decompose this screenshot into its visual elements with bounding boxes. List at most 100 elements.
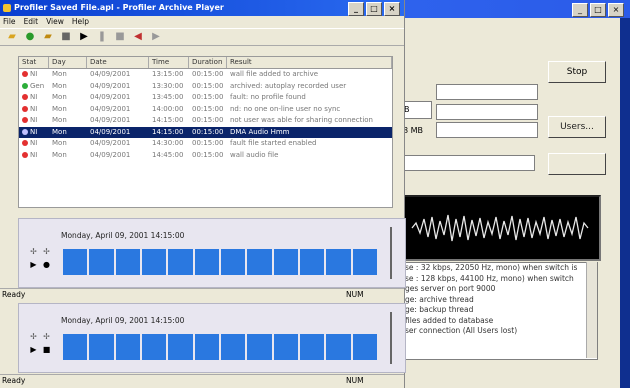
dropdown-select[interactable] [403, 155, 535, 171]
cell-duration: 00:15:00 [192, 116, 224, 124]
cell-date: 04/09/2001 [90, 93, 131, 101]
cell-day: Mon [52, 150, 67, 159]
cell-date: 04/09/2001 [90, 139, 131, 147]
column-time[interactable]: Time [149, 57, 189, 68]
app-icon [3, 4, 11, 12]
track-segment[interactable] [352, 249, 377, 275]
track-segment[interactable] [63, 334, 88, 360]
stop-button[interactable]: Stop [548, 61, 606, 83]
users-button[interactable]: Users... [548, 116, 606, 138]
status-dot-icon [22, 140, 28, 146]
cell-result: wall file added to archive [230, 70, 319, 78]
track-segment[interactable] [63, 249, 88, 275]
volume-slider[interactable] [387, 227, 395, 279]
track-segment[interactable] [89, 249, 114, 275]
record-icon[interactable]: ● [24, 31, 36, 43]
menu-view[interactable]: View [46, 16, 64, 28]
archive-table[interactable]: Stat Day Date Time Duration Result NI Mon… [18, 56, 393, 208]
player-controls: ✢ ✢ ▶ ● [27, 245, 53, 271]
folder-icon[interactable]: ▰ [42, 31, 54, 43]
play-icon[interactable]: ▶ [29, 345, 38, 354]
table-row[interactable]: NI Mon 04/09/2001 14:15:00 00:15:00 DMA Audio… [19, 126, 392, 139]
table-row[interactable]: NI Mon 04/09/2001 14:15:00 00:15:00 not user … [19, 115, 392, 127]
forward-icon[interactable]: ▶ [150, 31, 162, 43]
track-bar[interactable] [63, 249, 377, 275]
menu-file[interactable]: File [3, 16, 16, 28]
text-field-2[interactable] [436, 104, 538, 120]
window-title: Profiler Saved File.apl - Profiler Archi… [14, 3, 224, 12]
track-segment[interactable] [194, 249, 219, 275]
toolbar: ▰ ● ▰ ■ ▶ ❚ ■ ◀ ▶ [0, 28, 404, 46]
track-segment[interactable] [115, 334, 140, 360]
rewind-icon[interactable]: ◀ [132, 31, 144, 43]
track-segment[interactable] [273, 334, 298, 360]
cell-date: 04/09/2001 [90, 81, 131, 90]
track-segment[interactable] [168, 334, 193, 360]
play-icon[interactable]: ▶ [78, 31, 90, 43]
text-field-1[interactable] [436, 84, 538, 100]
minimize-icon[interactable]: _ [348, 2, 364, 16]
table-row[interactable]: NI Mon 04/09/2001 13:45:00 00:15:00 fault: no… [19, 92, 392, 104]
cell-result: wall audio file [230, 150, 279, 159]
track-segment[interactable] [141, 334, 167, 360]
cell-stat: Gen [19, 81, 49, 93]
track-segment[interactable] [220, 334, 246, 360]
text-field-3[interactable] [436, 122, 538, 138]
track-bar[interactable] [63, 334, 377, 360]
column-duration[interactable]: Duration [189, 57, 227, 68]
stat-text: NI [30, 127, 38, 136]
cell-result: not user was able for sharing connection [230, 116, 373, 124]
table-row[interactable]: NI Mon 04/09/2001 14:00:00 00:15:00 nd: no on… [19, 104, 392, 116]
track-segment[interactable] [352, 334, 377, 360]
log-scrollbar[interactable] [586, 262, 597, 358]
play-icon[interactable]: ▶ [29, 260, 38, 269]
value-field[interactable]: B [403, 101, 432, 119]
stop-icon[interactable]: ■ [114, 31, 126, 43]
column-stat[interactable]: Stat [19, 57, 49, 68]
column-date[interactable]: Date [87, 57, 149, 68]
left-arrow-icon[interactable]: ✢ [29, 332, 38, 341]
open-folder-icon[interactable]: ▰ [6, 31, 18, 43]
cell-stat: NI [19, 127, 49, 139]
track-segment[interactable] [247, 334, 272, 360]
cell-date: 04/09/2001 [90, 70, 131, 78]
menu-edit[interactable]: Edit [24, 16, 39, 28]
track-segment[interactable] [326, 249, 351, 275]
close-icon[interactable]: × [608, 3, 624, 17]
column-result[interactable]: Result [227, 57, 392, 68]
left-arrow-icon[interactable]: ✢ [29, 247, 38, 256]
close-icon[interactable]: × [384, 2, 400, 16]
right-arrow-icon[interactable]: ✢ [42, 332, 51, 341]
background-window-controls: _ □ × [572, 3, 624, 17]
track-segment[interactable] [141, 249, 167, 275]
track-segment[interactable] [299, 249, 325, 275]
record-icon[interactable]: ● [42, 260, 51, 269]
maximize-icon[interactable]: □ [590, 3, 606, 17]
track-segment[interactable] [247, 249, 272, 275]
table-row[interactable]: Gen Mon 04/09/2001 13:30:00 00:15:00 archived… [19, 81, 392, 93]
track-segment[interactable] [273, 249, 298, 275]
log-list[interactable]: se : 32 kbps, 22050 Hz, mono) when switc… [400, 262, 598, 360]
track-segment[interactable] [220, 249, 246, 275]
cell-time: 14:30:00 [152, 139, 184, 147]
volume-slider[interactable] [387, 312, 395, 364]
track-segment[interactable] [115, 249, 140, 275]
track-segment[interactable] [168, 249, 193, 275]
track-segment[interactable] [89, 334, 114, 360]
status-text: Ready [2, 376, 26, 385]
save-icon[interactable]: ■ [60, 31, 72, 43]
menu-help[interactable]: Help [72, 16, 89, 28]
table-row[interactable]: NI Mon 04/09/2001 14:45:00 00:15:00 wall audi… [19, 150, 392, 162]
slider-track [390, 227, 392, 279]
track-segment[interactable] [194, 334, 219, 360]
track-segment[interactable] [326, 334, 351, 360]
table-row[interactable]: NI Mon 04/09/2001 13:15:00 00:15:00 wall file… [19, 69, 392, 81]
table-row[interactable]: NI Mon 04/09/2001 14:30:00 00:15:00 fault fil… [19, 138, 392, 150]
column-day[interactable]: Day [49, 57, 87, 68]
track-segment[interactable] [299, 334, 325, 360]
maximize-icon[interactable]: □ [366, 2, 382, 16]
minimize-icon[interactable]: _ [572, 3, 588, 17]
right-arrow-icon[interactable]: ✢ [42, 247, 51, 256]
pause-icon[interactable]: ❚ [96, 31, 108, 43]
stop-icon[interactable]: ■ [42, 345, 51, 354]
